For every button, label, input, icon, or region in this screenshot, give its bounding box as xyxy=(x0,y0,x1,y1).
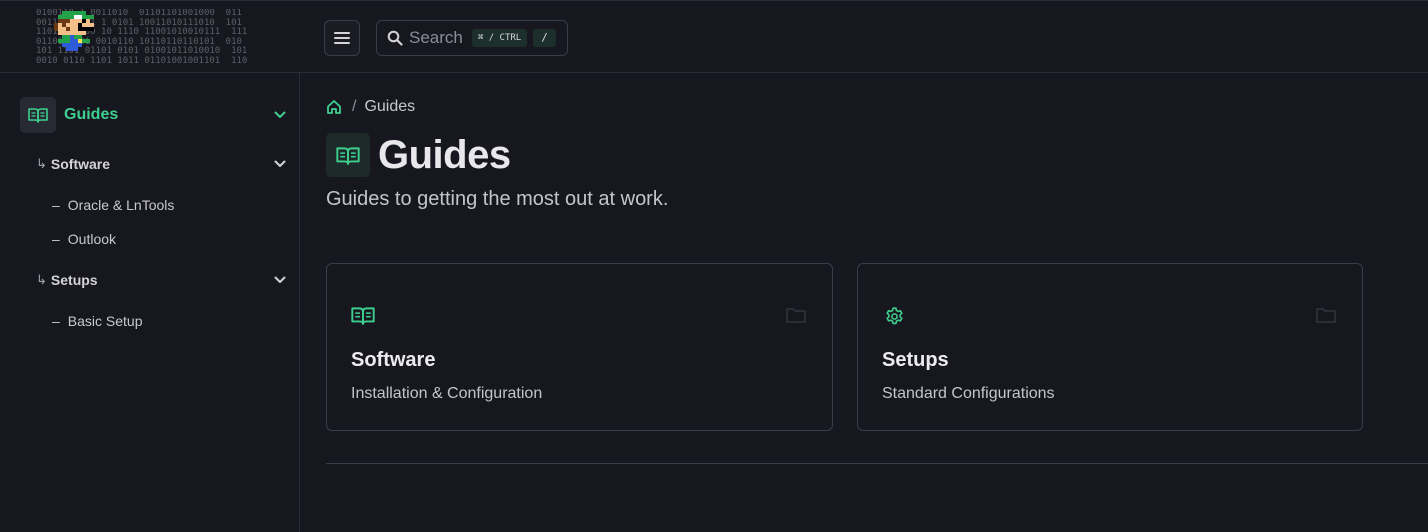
sidebar-item-label: Oracle & LnTools xyxy=(67,197,175,213)
search-placeholder: Search xyxy=(409,28,463,47)
page-header: Guides xyxy=(326,133,511,177)
folder-icon xyxy=(786,308,806,323)
sub-arrow-icon: ↳ xyxy=(36,272,47,287)
card-software[interactable]: Software Installation & Configuration xyxy=(326,263,833,431)
sidebar-section-setups[interactable]: ↳ Setups xyxy=(36,269,286,291)
gear-icon xyxy=(886,307,903,325)
sidebar-guides-label: Guides xyxy=(64,106,119,123)
search-slash-hint: / xyxy=(533,29,556,47)
sidebar-item-guides[interactable]: Guides xyxy=(20,97,286,133)
search-shortcut-hint: ⌘ / CTRL xyxy=(471,29,528,47)
breadcrumb-current[interactable]: Guides xyxy=(364,98,415,116)
card-title: Software xyxy=(351,349,436,371)
sidebar-section-software[interactable]: ↳ Software xyxy=(36,153,286,175)
folder-icon xyxy=(1316,308,1336,323)
dash-marker: – xyxy=(52,197,60,213)
home-icon[interactable] xyxy=(326,99,342,115)
page-title: Guides xyxy=(378,132,511,177)
sidebar-item-basic-setup[interactable]: – Basic Setup xyxy=(52,311,143,331)
sidebar-section-label: Setups xyxy=(50,272,98,288)
sidebar-section-label: Software xyxy=(50,156,111,172)
sidebar-item-oracle-lntools[interactable]: – Oracle & LnTools xyxy=(52,195,174,215)
top-bar: 0100110 1 0011010 01101101001000 011 001… xyxy=(0,0,1428,73)
search-box[interactable]: Search ⌘ / CTRL / xyxy=(376,20,568,56)
book-open-icon xyxy=(28,108,48,123)
menu-button[interactable] xyxy=(324,20,360,56)
sidebar-guides-icon-box xyxy=(20,97,56,133)
chevron-down-icon[interactable] xyxy=(274,111,286,119)
book-open-icon xyxy=(336,146,360,165)
dash-marker: – xyxy=(52,231,60,247)
main-content: / Guides Guides Guides to getting the mo… xyxy=(300,73,1428,532)
hamburger-icon xyxy=(334,32,350,44)
page-subtitle: Guides to getting the most out at work. xyxy=(326,188,669,210)
pixel-character-icon xyxy=(54,11,94,51)
chevron-down-icon[interactable] xyxy=(274,276,286,284)
sub-arrow-icon: ↳ xyxy=(36,156,47,171)
card-setups[interactable]: Setups Standard Configurations xyxy=(857,263,1363,431)
content-divider xyxy=(326,463,1428,464)
sidebar-item-outlook[interactable]: – Outlook xyxy=(52,229,116,249)
book-open-icon xyxy=(351,307,375,325)
card-description: Standard Configurations xyxy=(882,385,1055,402)
breadcrumb: / Guides xyxy=(326,97,415,117)
card-description: Installation & Configuration xyxy=(351,385,543,402)
page-title-icon-box xyxy=(326,133,370,177)
card-title: Setups xyxy=(882,349,949,371)
sidebar-item-label: Outlook xyxy=(67,231,117,247)
dash-marker: – xyxy=(52,313,60,329)
chevron-down-icon[interactable] xyxy=(274,160,286,168)
breadcrumb-separator: / xyxy=(352,98,357,115)
search-icon xyxy=(387,30,403,46)
sidebar-item-label: Basic Setup xyxy=(67,313,143,329)
site-logo[interactable]: 0100110 1 0011010 01101101001000 011 001… xyxy=(36,9,264,67)
sidebar: Guides ↳ Software – Oracle & LnTools – O… xyxy=(0,73,300,532)
